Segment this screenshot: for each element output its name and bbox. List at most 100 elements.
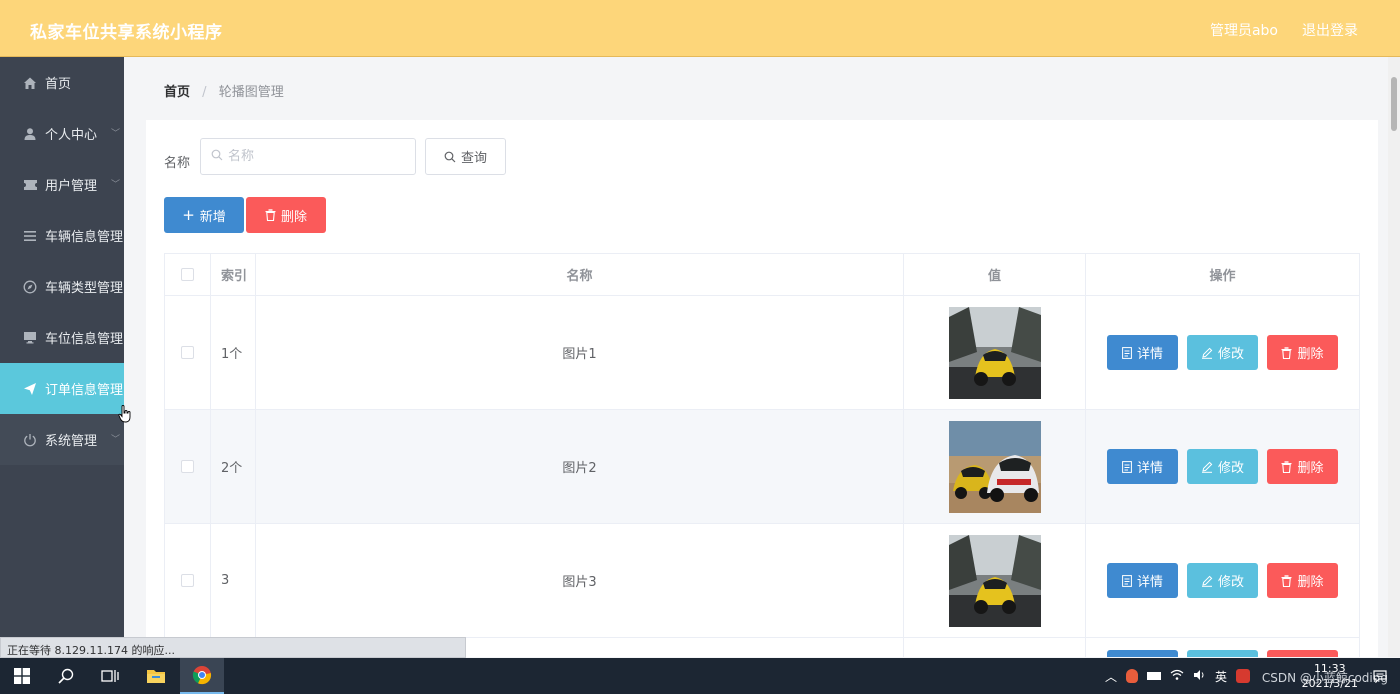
select-all-cell — [165, 254, 211, 295]
delete-button[interactable]: 删除 — [1267, 449, 1338, 484]
sidebar-item-label: 个人中心 — [45, 128, 98, 143]
detail-label: 详情 — [1136, 575, 1163, 590]
breadcrumb-home[interactable]: 首页 — [164, 85, 190, 100]
add-button[interactable]: + 新增 — [164, 197, 244, 233]
pencil-icon — [1201, 461, 1213, 473]
edit-label: 修改 — [1217, 347, 1244, 362]
notification-icon[interactable] — [1366, 658, 1394, 694]
row-name: 图片1 — [256, 296, 904, 409]
search-icon — [444, 151, 456, 163]
battery-icon[interactable] — [1146, 672, 1161, 680]
edit-button[interactable]: 修改 — [1187, 335, 1258, 370]
bulk-delete-button[interactable]: 删除 — [246, 197, 326, 233]
edit-button[interactable]: 修改 — [1187, 563, 1258, 598]
page-scrollbar[interactable] — [1388, 57, 1400, 657]
user-icon — [22, 126, 38, 142]
qq-icon[interactable] — [1125, 669, 1138, 683]
row-actions — [1086, 638, 1359, 657]
table-row: 3 图片3 详情 修改 删除 — [165, 524, 1359, 638]
edit-button[interactable] — [1187, 650, 1258, 657]
delete-label: 删除 — [1297, 461, 1324, 476]
row-value-cell — [904, 524, 1086, 637]
edit-label: 修改 — [1217, 461, 1244, 476]
system-tray: ︿ 英 — [1105, 658, 1250, 694]
header-name: 名称 — [256, 254, 904, 295]
search-field[interactable] — [200, 138, 416, 175]
edit-button[interactable]: 修改 — [1187, 449, 1258, 484]
content-panel: 名称 查询 + 新增 删除 索引 名称 — [146, 120, 1378, 657]
search-label: 名称 — [164, 156, 191, 171]
breadcrumb-separator: / — [202, 85, 207, 100]
sidebar-item-label: 订单信息管理 — [45, 383, 124, 398]
app-title: 私家车位共享系统小程序 — [30, 23, 223, 43]
detail-label: 详情 — [1136, 461, 1163, 476]
sidebar-item-vehicle-info[interactable]: 车辆信息管理 — [0, 210, 124, 261]
document-icon — [1122, 460, 1132, 473]
sidebar-item-users[interactable]: 用户管理 ﹀ — [0, 159, 124, 210]
sidebar-item-label: 首页 — [45, 77, 72, 92]
car-image — [948, 306, 1041, 399]
car-image — [948, 420, 1041, 513]
list-icon — [22, 228, 38, 244]
task-view-icon[interactable] — [88, 658, 132, 694]
delete-label: 删除 — [1297, 347, 1324, 362]
ime-indicator[interactable]: 英 — [1215, 668, 1227, 685]
scrollbar-thumb[interactable] — [1391, 77, 1397, 131]
row-actions: 详情 修改 删除 — [1086, 410, 1359, 523]
search-icon — [211, 149, 223, 165]
browser-status-bar: 正在等待 8.129.11.174 的响应... — [0, 637, 466, 658]
logout-link[interactable]: 退出登录 — [1302, 20, 1358, 40]
bulk-delete-label: 删除 — [280, 209, 307, 225]
plus-icon: + — [182, 206, 195, 224]
row-checkbox[interactable] — [181, 574, 194, 587]
pencil-icon — [1201, 575, 1213, 587]
sidebar-item-profile[interactable]: 个人中心 ﹀ — [0, 108, 124, 159]
row-index: 3 — [211, 524, 256, 637]
row-checkbox[interactable] — [181, 346, 194, 359]
query-button-label: 查询 — [460, 151, 487, 166]
ticket-icon — [22, 177, 38, 193]
sidebar-item-home[interactable]: 首页 — [0, 57, 124, 108]
sidebar-item-system[interactable]: 系统管理 ﹀ — [0, 414, 124, 465]
row-value-cell — [904, 410, 1086, 523]
delete-button[interactable]: 删除 — [1267, 335, 1338, 370]
detail-button[interactable] — [1107, 650, 1178, 657]
detail-button[interactable]: 详情 — [1107, 563, 1178, 598]
row-value-cell — [904, 296, 1086, 409]
search-input[interactable] — [228, 149, 398, 164]
row-check-cell — [165, 410, 211, 523]
data-table: 索引 名称 值 操作 1个 图片1 详情 修改 删除 2个 图片2 详情 修改 … — [164, 253, 1360, 657]
row-checkbox[interactable] — [181, 460, 194, 473]
file-explorer-icon[interactable] — [134, 658, 178, 694]
delete-button[interactable] — [1267, 650, 1338, 657]
send-icon — [22, 381, 38, 397]
power-icon — [22, 432, 38, 448]
row-check-cell — [165, 296, 211, 409]
volume-icon[interactable] — [1193, 669, 1206, 684]
chrome-icon[interactable] — [180, 658, 224, 694]
chevron-down-icon: ﹀ — [110, 129, 120, 139]
document-icon — [1122, 346, 1132, 359]
table-row: 2个 图片2 详情 修改 删除 — [165, 410, 1359, 524]
hand-cursor-icon — [118, 405, 132, 427]
taskbar: ︿ 英 11:33 2021/3/21 CSDN @小蓝鲸coding — [0, 658, 1400, 694]
sidebar-item-vehicle-type[interactable]: 车辆类型管理 — [0, 261, 124, 312]
chevron-up-icon[interactable]: ︿ — [1105, 668, 1117, 685]
row-index: 1个 — [211, 296, 256, 409]
trash-icon — [265, 209, 276, 221]
detail-button[interactable]: 详情 — [1107, 449, 1178, 484]
sidebar-item-parking-info[interactable]: 车位信息管理 — [0, 312, 124, 363]
windows-start-icon[interactable] — [0, 658, 44, 694]
row-check-cell — [165, 524, 211, 637]
select-all-checkbox[interactable] — [181, 268, 194, 281]
delete-button[interactable]: 删除 — [1267, 563, 1338, 598]
table-row: 1个 图片1 详情 修改 删除 — [165, 296, 1359, 410]
add-button-label: 新增 — [199, 209, 226, 225]
sidebar-item-orders[interactable]: 订单信息管理 — [0, 363, 124, 414]
search-icon[interactable] — [44, 658, 88, 694]
detail-button[interactable]: 详情 — [1107, 335, 1178, 370]
query-button[interactable]: 查询 — [425, 138, 506, 175]
edit-label: 修改 — [1217, 575, 1244, 590]
home-icon — [22, 75, 38, 91]
wifi-icon[interactable] — [1170, 669, 1184, 684]
